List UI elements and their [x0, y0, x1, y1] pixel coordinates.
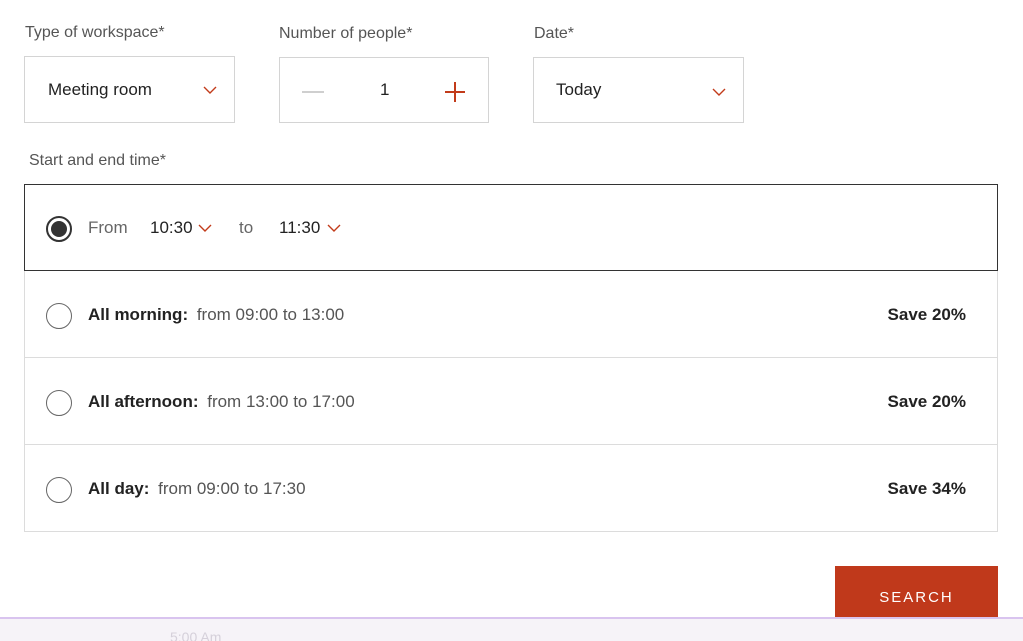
option-name: All day:	[88, 479, 155, 498]
saving-badge: Save 20%	[887, 305, 966, 324]
chevron-down-icon	[712, 88, 726, 96]
people-count-value: 1	[380, 80, 390, 99]
to-time-value[interactable]: 11:30	[279, 218, 320, 238]
bottom-bar: 5:00 Am	[0, 617, 1023, 641]
date-select[interactable]: Today	[533, 57, 744, 123]
time-option-all-day[interactable]: All day: from 09:00 to 17:30 Save 34%	[24, 444, 998, 532]
time-option-all-afternoon[interactable]: All afternoon: from 13:00 to 17:00 Save …	[24, 357, 998, 445]
to-label: to	[239, 218, 254, 237]
radio-unselected-icon[interactable]	[46, 477, 72, 503]
people-count-stepper[interactable]: 1	[279, 57, 489, 123]
from-time-value[interactable]: 10:30	[150, 218, 193, 238]
date-label: Date*	[534, 25, 575, 42]
chevron-down-icon[interactable]	[327, 223, 341, 233]
radio-selected-icon[interactable]	[46, 216, 72, 242]
workspace-type-value: Meeting room	[48, 80, 152, 99]
time-option-custom[interactable]: From 10:30 to 11:30	[24, 184, 998, 271]
increment-button[interactable]	[445, 82, 465, 102]
date-value: Today	[556, 80, 602, 99]
time-option-all-morning[interactable]: All morning: from 09:00 to 13:00 Save 20…	[24, 270, 998, 358]
option-name: All afternoon:	[88, 392, 204, 411]
option-name: All morning:	[88, 305, 193, 324]
time-range-label: Start and end time*	[29, 152, 166, 169]
from-label: From	[88, 218, 128, 237]
all-afternoon-text: All afternoon: from 13:00 to 17:00	[88, 392, 355, 412]
option-range: from 09:00 to 13:00	[196, 305, 345, 324]
workspace-type-label: Type of workspace*	[25, 24, 165, 41]
saving-badge: Save 20%	[887, 392, 966, 411]
all-morning-text: All morning: from 09:00 to 13:00	[88, 305, 344, 325]
decrement-button[interactable]	[302, 91, 324, 93]
option-range: from 09:00 to 17:30	[158, 479, 306, 498]
chevron-down-icon[interactable]	[198, 223, 212, 233]
saving-badge: Save 34%	[887, 479, 966, 498]
radio-unselected-icon[interactable]	[46, 390, 72, 416]
chevron-down-icon	[203, 86, 217, 94]
search-button[interactable]: SEARCH	[835, 566, 998, 622]
workspace-type-select[interactable]: Meeting room	[24, 56, 235, 123]
all-day-text: All day: from 09:00 to 17:30	[88, 479, 306, 499]
bottom-bar-text: 5:00 Am	[170, 629, 222, 641]
people-count-label: Number of people*	[279, 25, 413, 42]
radio-unselected-icon[interactable]	[46, 303, 72, 329]
option-range: from 13:00 to 17:00	[207, 392, 355, 411]
